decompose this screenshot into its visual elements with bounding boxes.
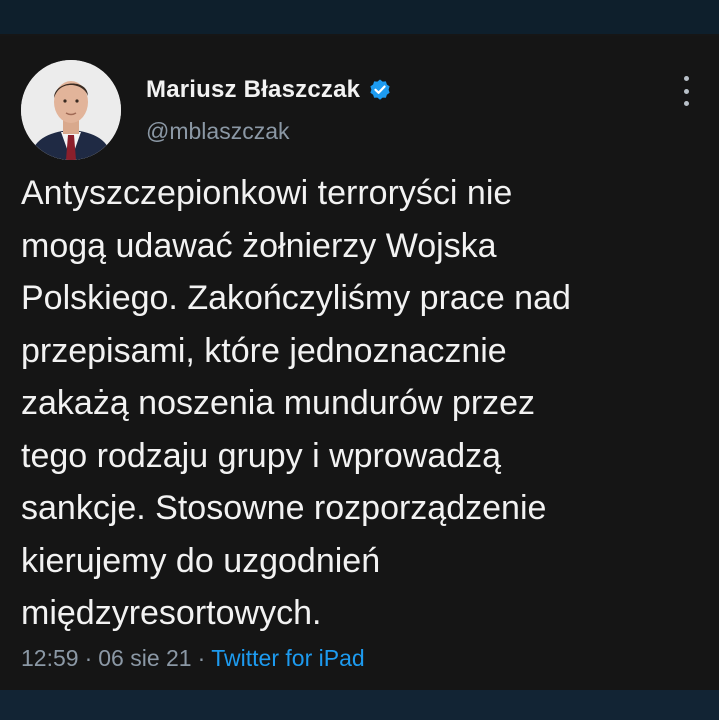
tweet-text-line: przepisami, które jednoznacznie	[21, 331, 507, 370]
tweet-card[interactable]: Mariusz Błaszczak @mblaszczak Antyszczep…	[0, 36, 719, 690]
meta-separator: ·	[84, 645, 93, 671]
avatar[interactable]	[21, 60, 121, 160]
tweet-time[interactable]: 12:59	[21, 645, 79, 672]
meta-separator: ·	[197, 645, 206, 671]
tweet-text-line: Antyszczepionkowi terroryści nie	[21, 174, 513, 212]
screenshot-frame: Mariusz Błaszczak @mblaszczak Antyszczep…	[0, 0, 719, 720]
tweet-date[interactable]: 06 sie 21	[98, 645, 191, 672]
tweet-text-line: kierujemy do uzgodnień	[21, 541, 381, 580]
more-options-icon[interactable]	[681, 76, 691, 106]
tweet-text-line: tego rodzaju grupy i wprowadzą	[21, 436, 502, 475]
tweet-text-line: zakażą noszenia mundurów przez	[21, 384, 536, 422]
author-handle[interactable]: @mblaszczak	[146, 118, 290, 145]
avatar-photo	[21, 60, 121, 160]
tweet-text-line: międzyresortowych.	[21, 594, 322, 632]
author-name-row: Mariusz Błaszczak	[146, 76, 392, 104]
more-dot	[683, 101, 689, 106]
tweet-text-line: sankcje. Stosowne rozporządzenie	[21, 489, 547, 527]
tweet-meta: 12:59 · 06 sie 21 · Twitter for iPad	[21, 645, 365, 672]
verified-badge-icon	[370, 79, 390, 100]
author-display-name[interactable]: Mariusz Błaszczak	[146, 76, 360, 104]
tweet-text-line: mogą udawać żołnierzy Wojska	[21, 226, 497, 265]
tweet-text: Antyszczepionkowi terroryści nie mogą ud…	[21, 167, 701, 640]
more-dot	[683, 76, 689, 81]
more-dot	[683, 88, 689, 94]
tweet-source-link[interactable]: Twitter for iPad	[211, 645, 364, 672]
tweet-text-line: Polskiego. Zakończyliśmy prace nad	[21, 279, 571, 317]
